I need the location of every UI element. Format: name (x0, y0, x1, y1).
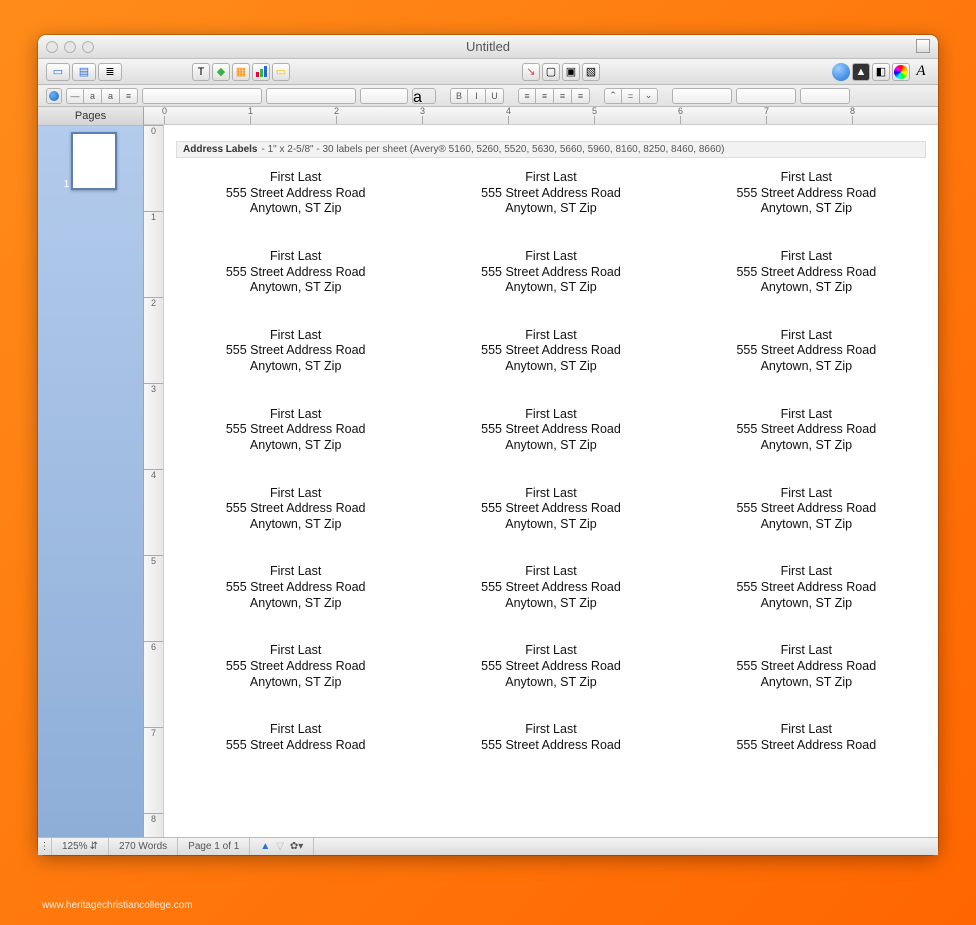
nav-down-icon[interactable]: ▽ (276, 841, 284, 852)
align-right-button[interactable]: ≡ (554, 88, 572, 104)
colors-icon[interactable] (892, 63, 910, 81)
list-select[interactable] (800, 88, 850, 104)
template-info-bar: Address Labels - 1" x 2-5/8" - 30 labels… (176, 141, 926, 158)
font-style-select[interactable] (266, 88, 356, 104)
paragraph-style-icon[interactable] (46, 88, 62, 104)
page-thumbnail[interactable]: 1 (64, 132, 118, 190)
address-label[interactable]: First Last555 Street Address RoadAnytown… (174, 486, 417, 533)
word-count[interactable]: 270 Words (109, 838, 178, 855)
status-handle[interactable]: ⋮ (38, 838, 52, 855)
address-label[interactable]: First Last555 Street Address RoadAnytown… (685, 249, 928, 296)
address-label[interactable]: First Last555 Street Address Road (429, 722, 672, 753)
outline-button[interactable]: ≣ (98, 63, 122, 81)
address-label[interactable]: First Last555 Street Address RoadAnytown… (685, 170, 928, 217)
align-center-button[interactable]: ≡ (536, 88, 554, 104)
thumbnail-number: 1 (64, 179, 70, 190)
watermark: www.heritagechristiancollege.com (42, 900, 193, 911)
address-label[interactable]: First Last555 Street Address RoadAnytown… (429, 407, 672, 454)
document-page[interactable]: Address Labels - 1" x 2-5/8" - 30 labels… (164, 125, 938, 837)
text-color-button[interactable]: a (412, 88, 436, 104)
valign-segment: ⌃ = ⌄ (604, 88, 658, 104)
address-label[interactable]: First Last555 Street Address RoadAnytown… (429, 328, 672, 375)
address-label[interactable]: First Last555 Street Address RoadAnytown… (685, 564, 928, 611)
style-a2[interactable]: a (102, 88, 120, 104)
fullscreen-icon[interactable] (916, 39, 930, 53)
address-label[interactable]: First Last555 Street Address RoadAnytown… (685, 643, 928, 690)
address-label[interactable]: First Last555 Street Address RoadAnytown… (685, 328, 928, 375)
italic-button[interactable]: I (468, 88, 486, 104)
style-none[interactable]: — (66, 88, 84, 104)
main-toolbar: ▭ ▤ ≣ T ◆ ▦ ▭ ↘ ▢ ▣ ▧ ▲ ◧ A (38, 59, 938, 85)
valign-mid-button[interactable]: = (622, 88, 640, 104)
body-area: Pages 1 012345678 012345678 Address Labe… (38, 107, 938, 837)
spacing-select[interactable] (672, 88, 732, 104)
address-label[interactable]: First Last555 Street Address RoadAnytown… (174, 170, 417, 217)
bold-button[interactable]: B (450, 88, 468, 104)
label-grid: First Last555 Street Address RoadAnytown… (170, 170, 932, 753)
template-details: - 1" x 2-5/8" - 30 labels per sheet (Ave… (261, 144, 724, 155)
template-name: Address Labels (183, 144, 257, 155)
thumbnail-icon (71, 132, 117, 190)
address-label[interactable]: First Last555 Street Address Road (174, 722, 417, 753)
address-label[interactable]: First Last555 Street Address RoadAnytown… (174, 328, 417, 375)
style-segment: — a a ≡ (66, 88, 138, 104)
underline-button[interactable]: U (486, 88, 504, 104)
horizontal-ruler[interactable]: 012345678 (144, 107, 938, 125)
biu-segment: B I U (450, 88, 504, 104)
table-button[interactable]: ▦ (232, 63, 250, 81)
address-label[interactable]: First Last555 Street Address RoadAnytown… (685, 407, 928, 454)
gear-icon[interactable]: ✿▾ (290, 841, 303, 852)
style-list[interactable]: ≡ (120, 88, 138, 104)
valign-top-button[interactable]: ⌃ (604, 88, 622, 104)
address-label[interactable]: First Last555 Street Address RoadAnytown… (429, 486, 672, 533)
address-label[interactable]: First Last555 Street Address RoadAnytown… (174, 249, 417, 296)
sections-button[interactable]: ▤ (72, 63, 96, 81)
page-indicator[interactable]: Page 1 of 1 (178, 838, 250, 855)
inspector-icon[interactable] (832, 63, 850, 81)
address-label[interactable]: First Last555 Street Address RoadAnytown… (429, 249, 672, 296)
align-justify-button[interactable]: ≡ (572, 88, 590, 104)
address-label[interactable]: First Last555 Street Address RoadAnytown… (685, 486, 928, 533)
shapes-button[interactable]: ◆ (212, 63, 230, 81)
media-icon[interactable]: ▲ (852, 63, 870, 81)
link-button[interactable]: ↘ (522, 63, 540, 81)
chart-button[interactable] (252, 63, 270, 81)
front-button[interactable]: ▣ (562, 63, 580, 81)
address-label[interactable]: First Last555 Street Address RoadAnytown… (429, 170, 672, 217)
address-label[interactable]: First Last555 Street Address RoadAnytown… (429, 564, 672, 611)
vertical-ruler[interactable]: 012345678 (144, 125, 164, 837)
address-label[interactable]: First Last555 Street Address RoadAnytown… (429, 643, 672, 690)
comment-button[interactable]: ▭ (272, 63, 290, 81)
font-family-select[interactable] (142, 88, 262, 104)
columns-select[interactable] (736, 88, 796, 104)
group-button[interactable]: ▧ (582, 63, 600, 81)
address-label[interactable]: First Last555 Street Address RoadAnytown… (174, 564, 417, 611)
mask-button[interactable]: ▢ (542, 63, 560, 81)
align-segment: ≡ ≡ ≡ ≡ (518, 88, 590, 104)
style-a[interactable]: a (84, 88, 102, 104)
align-left-button[interactable]: ≡ (518, 88, 536, 104)
status-bar: ⋮ 125%⇵ 270 Words Page 1 of 1 ▲ ▽ ✿▾ (38, 837, 938, 855)
view-button[interactable]: ▭ (46, 63, 70, 81)
address-label[interactable]: First Last555 Street Address RoadAnytown… (174, 407, 417, 454)
address-label[interactable]: First Last555 Street Address Road (685, 722, 928, 753)
format-bar: — a a ≡ a B I U ≡ ≡ ≡ ≡ ⌃ = ⌄ (38, 85, 938, 107)
zoom-level[interactable]: 125%⇵ (52, 838, 109, 855)
address-label[interactable]: First Last555 Street Address RoadAnytown… (174, 643, 417, 690)
font-size-select[interactable] (360, 88, 408, 104)
pages-sidebar: Pages 1 (38, 107, 144, 837)
editor: 012345678 012345678 Address Labels - 1" … (144, 107, 938, 837)
valign-bot-button[interactable]: ⌄ (640, 88, 658, 104)
fonts-icon[interactable]: A (912, 63, 930, 81)
textbox-button[interactable]: T (192, 63, 210, 81)
nav-up-icon[interactable]: ▲ (260, 841, 270, 852)
nav-controls[interactable]: ▲ ▽ ✿▾ (250, 838, 314, 855)
titlebar[interactable]: Untitled (38, 35, 938, 59)
adjust-icon[interactable]: ◧ (872, 63, 890, 81)
app-window: Untitled ▭ ▤ ≣ T ◆ ▦ ▭ ↘ ▢ ▣ ▧ ▲ ◧ (38, 35, 938, 855)
sidebar-title: Pages (38, 107, 143, 126)
window-title: Untitled (38, 39, 938, 54)
